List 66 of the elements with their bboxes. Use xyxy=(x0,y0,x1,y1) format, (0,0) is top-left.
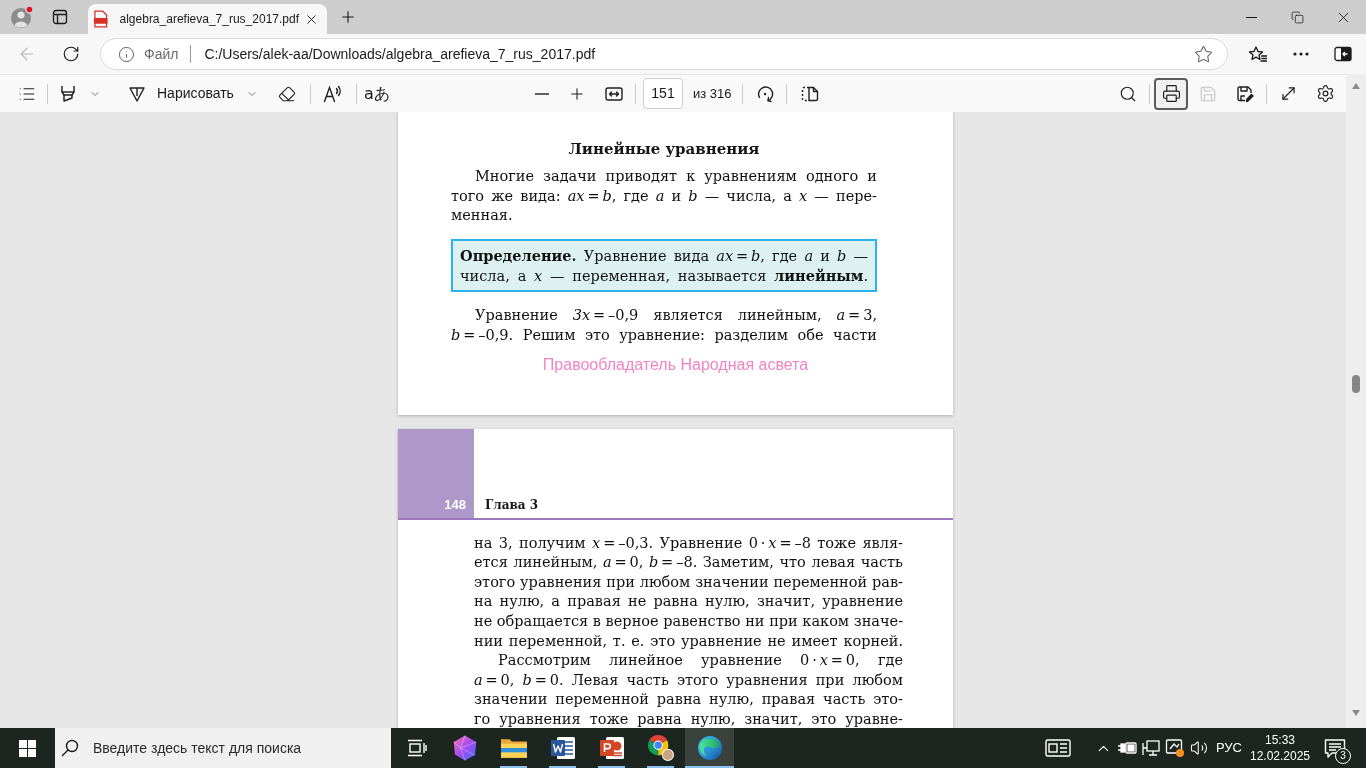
browser-tab[interactable]: algebra_arefieva_7_rus_2017.pdf xyxy=(88,4,327,34)
copyright-notice: Правообладатель Народная асвета xyxy=(541,355,810,376)
notifications-button[interactable]: 3 xyxy=(1313,728,1357,768)
url-text: C:/Users/alek-aa/Downloads/algebra_arefieva_7_rus_2017.pdf xyxy=(204,44,596,64)
more-icon xyxy=(1293,52,1309,56)
tab-actions-icon xyxy=(52,9,68,25)
plus-icon xyxy=(339,8,357,26)
folder-icon xyxy=(500,738,527,758)
scroll-up-arrow-icon[interactable] xyxy=(1352,83,1360,89)
page-total-label: из 316 xyxy=(693,84,733,103)
page-number-band: 148 xyxy=(398,429,474,519)
gem-app-icon xyxy=(451,735,478,761)
restore-icon xyxy=(1290,10,1304,24)
network-icon xyxy=(1142,740,1160,756)
clock-button[interactable]: 15:33 12.02.2025 xyxy=(1247,728,1313,768)
slides-app-icon xyxy=(599,737,624,759)
read-aloud-icon xyxy=(322,84,343,103)
minimize-icon xyxy=(1245,16,1257,18)
notifications-icon xyxy=(1324,738,1346,758)
rotate-icon xyxy=(756,84,774,103)
address-field[interactable]: Файл C:/Users/alek-aa/Downloads/algebra_arefieva_7_rus_2017.pdf xyxy=(100,38,1228,70)
eraser-icon xyxy=(277,84,296,103)
news-icon xyxy=(1045,739,1071,757)
chapter-title: Глава 3 xyxy=(485,497,539,514)
scrollbar-thumb[interactable] xyxy=(1352,375,1360,393)
text-document-app-icon xyxy=(550,737,575,759)
highlighter-icon xyxy=(60,84,76,103)
language-button[interactable]: РУС xyxy=(1211,728,1247,768)
browser-app-icon xyxy=(647,735,674,761)
section-title: Линейные уравнения xyxy=(567,139,761,159)
sidebar-icon xyxy=(1334,46,1352,62)
printer-icon xyxy=(1161,84,1181,103)
refresh-icon xyxy=(62,45,80,63)
power-plug-icon xyxy=(1117,742,1137,754)
save-as-icon xyxy=(1236,84,1254,103)
scheme-label: Файл xyxy=(144,44,179,64)
settings-icon xyxy=(1315,84,1335,103)
notification-count-badge: 3 xyxy=(1335,748,1351,764)
print-button[interactable] xyxy=(1154,77,1188,110)
draw-button[interactable]: Нарисовать xyxy=(125,77,262,110)
page-view-icon xyxy=(801,85,819,102)
info-icon[interactable] xyxy=(118,45,135,63)
paragraph: на 3, получим x = –0,3. Уравнение 0 · x = –8 тоже явля- ется линейным, a = 0, b = –8. Заметим, что левая часть этого уравнения при любом значении переменной рав- на нулю, а правая не равна нулю, значит, уравнение не обращается в верное равенство ни при каком значе- нии переменной, т. е. это уравнение не имеет корней. xyxy=(474,533,903,651)
save-icon xyxy=(1199,84,1217,103)
scroll-down-arrow-icon[interactable] xyxy=(1352,710,1360,716)
translate-button[interactable]: aあ xyxy=(358,77,395,110)
volume-icon xyxy=(1190,739,1208,757)
start-menu-icon xyxy=(19,739,36,757)
minus-icon xyxy=(535,92,549,95)
paragraph: Уравнение 3x = –0,9 является линейным, a = 3, b = –0,9. Решим это уравнение: разделим обе части xyxy=(451,305,877,345)
pdf-file-icon xyxy=(93,10,109,28)
pen-icon xyxy=(128,84,146,103)
profile-avatar-icon xyxy=(10,5,34,29)
definition-callout: Определение. Уравнение вида ax = b, где a и b — числа, а x — переменная, называется линейным. xyxy=(451,238,877,292)
display-alert-icon xyxy=(1165,738,1185,758)
favorites-icon xyxy=(1248,45,1268,63)
wave-browser-icon xyxy=(697,736,722,760)
search-icon xyxy=(1119,84,1137,103)
paragraph: Рассмотрим линейное уравнение 0 · x = 0, где a = 0, b = 0. Левая часть этого уравнения при любом значении переменной равна нулю, правая часть это- го уравнения тоже равна нулю, значит, это уравне- xyxy=(474,651,903,728)
star-icon xyxy=(1193,44,1213,64)
task-view-icon xyxy=(406,739,427,757)
page-number-field[interactable]: 151 xyxy=(643,78,683,109)
taskbar-search-field[interactable]: Введите здесь текст для поиска xyxy=(55,728,391,768)
fit-width-icon xyxy=(605,85,623,102)
search-icon xyxy=(61,739,79,757)
paragraph: Многие задачи приводят к уравнениям одного и того же вида: ax = b, где a и b — числа, а x — пере- менная. xyxy=(451,167,877,226)
